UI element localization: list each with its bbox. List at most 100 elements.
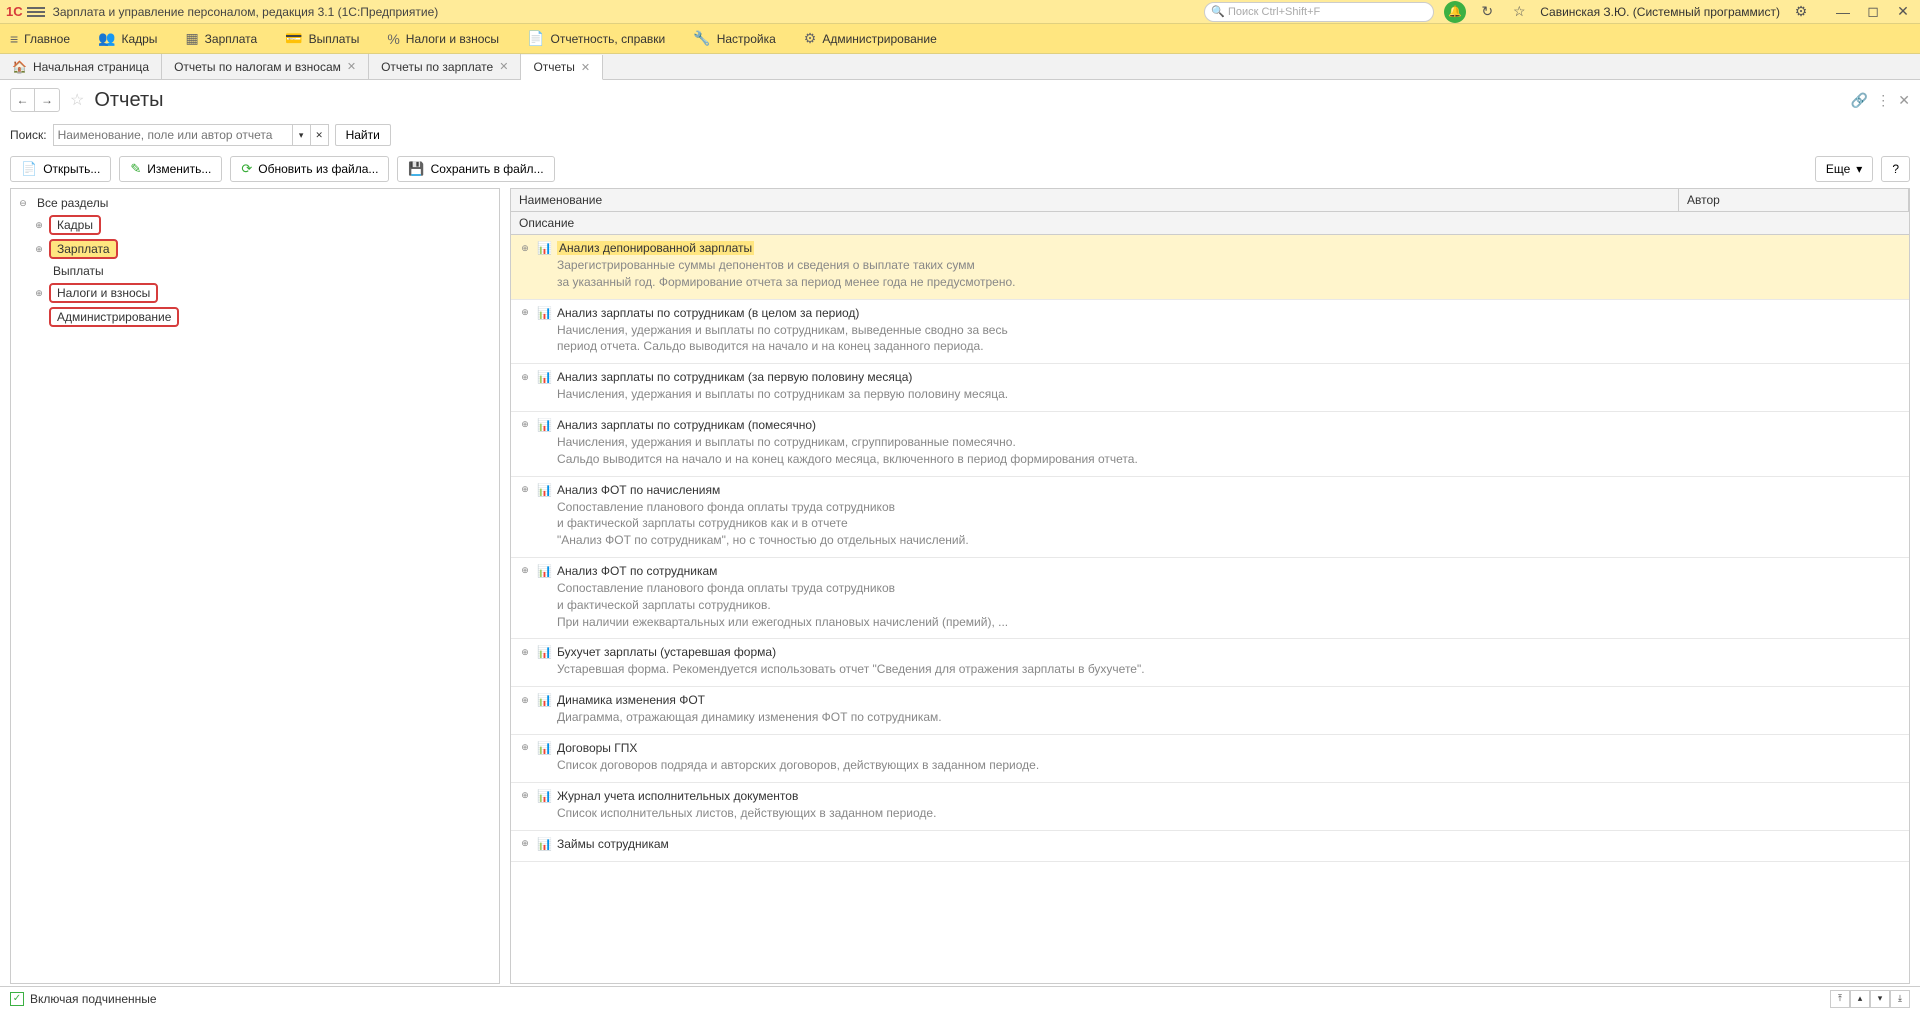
history-icon[interactable]: ↻ [1476,1,1498,23]
report-icon: 📊 [537,645,551,659]
report-row[interactable]: ⊕📊Анализ зарплаты по сотрудникам (в цело… [511,300,1909,365]
report-row[interactable]: ⊕📊Анализ депонированной зарплатыЗарегист… [511,235,1909,300]
star-icon[interactable]: ☆ [70,90,84,110]
titlebar: 1C Зарплата и управление персоналом, ред… [0,0,1920,24]
include-sub-checkbox[interactable]: ✓ [10,992,24,1006]
expand-icon[interactable]: ⊕ [519,565,531,576]
expand-icon[interactable]: ⊕ [519,838,531,849]
minimize-icon[interactable]: — [1832,1,1854,23]
report-row[interactable]: ⊕📊Займы сотрудникам [511,831,1909,862]
tree-item-4[interactable]: Администрирование [33,305,493,329]
menu-item-3[interactable]: 💳Выплаты [285,30,359,47]
report-row[interactable]: ⊕📊Анализ зарплаты по сотрудникам (помеся… [511,412,1909,477]
expand-icon[interactable]: ⊕ [519,695,531,706]
report-row[interactable]: ⊕📊Динамика изменения ФОТДиаграмма, отраж… [511,687,1909,735]
link-icon[interactable]: 🔗 [1851,92,1868,109]
menu-icon: ▦ [185,30,198,47]
report-row[interactable]: ⊕📊Анализ ФОТ по сотрудникамСопоставление… [511,558,1909,639]
tree-item-2[interactable]: Выплаты [33,261,493,281]
global-search-input[interactable]: 🔍 Поиск Ctrl+Shift+F [1204,2,1434,22]
update-button[interactable]: ⟳Обновить из файла... [230,156,389,182]
column-author[interactable]: Автор [1679,189,1909,211]
tree-item-label: Налоги и взносы [49,283,158,303]
menu-icon: 📄 [527,30,544,47]
report-row[interactable]: ⊕ 📊 Анализ зарплаты по сотрудникам (за пер… [511,364,1909,412]
report-title: Анализ зарплаты по сотрудникам (за перву… [557,370,912,384]
tree-item-label: Зарплата [49,239,118,259]
menu-item-5[interactable]: 📄Отчетность, справки [527,30,665,47]
tab-1[interactable]: Отчеты по налогам и взносам✕ [162,54,369,79]
report-row[interactable]: ⊕📊Журнал учета исполнительных документов… [511,783,1909,831]
report-list[interactable]: ⊕📊Анализ депонированной зарплатыЗарегист… [511,235,1909,983]
menu-item-4[interactable]: %Налоги и взносы [387,31,499,47]
expand-icon[interactable]: ⊕ [33,244,45,255]
tab-close-icon[interactable]: ✕ [347,60,356,73]
report-row[interactable]: ⊕📊Бухучет зарплаты (устаревшая форма)Уст… [511,639,1909,687]
tree-item-3[interactable]: ⊕ Налоги и взносы [33,281,493,305]
search-input[interactable] [53,124,293,146]
report-title: Договоры ГПХ [557,741,637,755]
menu-item-0[interactable]: ≡Главное [10,31,70,47]
report-row[interactable]: ⊕📊Анализ ФОТ по начислениямСопоставление… [511,477,1909,558]
nav-back-button[interactable]: ← [11,89,35,111]
search-clear-button[interactable]: ✕ [311,124,329,146]
tree-item-1[interactable]: ⊕ Зарплата [33,237,493,261]
report-icon: 📊 [537,370,551,384]
favorites-icon[interactable]: ☆ [1508,1,1530,23]
page-close-icon[interactable]: ✕ [1898,92,1910,109]
menu-item-6[interactable]: 🔧Настройка [693,30,776,47]
expand-icon[interactable]: ⊕ [519,742,531,753]
menu-item-1[interactable]: 👥Кадры [98,30,157,47]
maximize-icon[interactable]: ◻ [1862,1,1884,23]
search-icon: 🔍 [1211,5,1225,18]
menu-item-2[interactable]: ▦Зарплата [185,30,257,47]
report-title: Анализ ФОТ по начислениям [557,483,720,497]
pencil-icon: ✎ [130,161,141,177]
tab-close-icon[interactable]: ✕ [499,60,508,73]
search-placeholder: Поиск Ctrl+Shift+F [1228,6,1320,18]
tab-3[interactable]: Отчеты✕ [521,55,603,80]
close-icon[interactable]: ✕ [1892,1,1914,23]
kebab-icon[interactable]: ⋮ [1876,92,1890,109]
menu-item-7[interactable]: ⚙Администрирование [804,30,937,47]
open-button[interactable]: 📄Открыть... [10,156,111,182]
tab-0[interactable]: 🏠Начальная страница [0,54,162,79]
expand-icon[interactable]: ⊕ [519,484,531,495]
list-bottom-button[interactable]: ⤓ [1890,990,1910,1008]
settings-icon[interactable]: ⚙ [1790,1,1812,23]
expand-icon[interactable]: ⊕ [519,790,531,801]
edit-button[interactable]: ✎Изменить... [119,156,222,182]
current-user[interactable]: Савинская З.Ю. (Системный программист) [1540,5,1780,19]
list-up-button[interactable]: ▴ [1850,990,1870,1008]
expand-icon[interactable]: ⊕ [519,307,531,318]
find-button[interactable]: Найти [335,124,391,146]
list-down-button[interactable]: ▾ [1870,990,1890,1008]
tree-item-label: Выплаты [49,263,108,279]
help-button[interactable]: ? [1881,156,1910,182]
list-top-button[interactable]: ⤒ [1830,990,1850,1008]
notifications-icon[interactable]: 🔔 [1444,1,1466,23]
menu-label: Настройка [717,32,776,46]
expand-icon[interactable]: ⊕ [519,647,531,658]
report-icon: 📊 [537,741,551,755]
expand-icon[interactable]: ⊕ [519,372,531,383]
menu-icon: % [387,31,399,47]
save-button[interactable]: 💾Сохранить в файл... [397,156,554,182]
expand-icon[interactable]: ⊕ [33,288,45,299]
tree-item-0[interactable]: ⊕Кадры [33,213,493,237]
report-row[interactable]: ⊕📊Договоры ГПХСписок договоров подряда и… [511,735,1909,783]
expand-icon[interactable]: ⊕ [519,243,531,254]
more-button[interactable]: Еще ▾ [1815,156,1873,182]
tree-root[interactable]: ⊖ Все разделы [17,193,493,213]
search-dropdown-button[interactable]: ▾ [293,124,311,146]
tree-root-label: Все разделы [33,195,112,211]
nav-forward-button[interactable]: → [35,89,59,111]
tab-close-icon[interactable]: ✕ [581,61,590,74]
table-header: Наименование Автор [511,189,1909,212]
expand-icon[interactable]: ⊕ [519,419,531,430]
tab-2[interactable]: Отчеты по зарплате✕ [369,54,521,79]
column-name[interactable]: Наименование [511,189,1679,211]
hamburger-icon[interactable] [27,3,45,21]
collapse-icon[interactable]: ⊖ [17,198,29,209]
expand-icon[interactable]: ⊕ [33,220,45,231]
